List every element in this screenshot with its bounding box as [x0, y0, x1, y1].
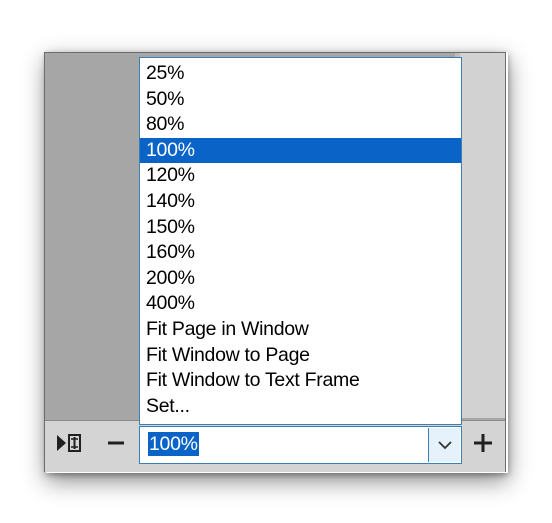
zoom-level-input[interactable]: 100%	[148, 432, 199, 456]
zoom-option[interactable]: 400%	[140, 291, 461, 317]
zoom-level-combobox[interactable]: 100%	[139, 426, 462, 464]
zoom-option[interactable]: 25%	[140, 61, 461, 87]
zoom-option[interactable]: 200%	[140, 266, 461, 292]
zoom-option[interactable]: Set...	[140, 394, 461, 420]
zoom-option[interactable]: Fit Page in Window	[140, 317, 461, 343]
zoom-dropdown-list: 25% 50% 80% 100% 120% 140% 150% 160% 200% 400% Fit…	[139, 57, 462, 425]
zoom-out-button[interactable]	[103, 428, 129, 458]
chevron-down-icon	[437, 441, 452, 450]
zoom-in-button[interactable]	[468, 428, 498, 458]
zoom-option[interactable]: Fit Window to Page	[140, 343, 461, 369]
minus-icon	[108, 441, 124, 445]
zoom-option[interactable]: 80%	[140, 112, 461, 138]
zoom-option[interactable]: 150%	[140, 215, 461, 241]
zoom-option[interactable]: 140%	[140, 189, 461, 215]
zoom-option[interactable]: 50%	[140, 87, 461, 113]
right-pasteboard	[460, 53, 505, 418]
story-navigate-button[interactable]	[54, 428, 86, 458]
zoom-option[interactable]: 100%	[140, 137, 461, 164]
zoom-option[interactable]: Fit Window to Text Frame	[140, 368, 461, 394]
zoom-option[interactable]: 160%	[140, 240, 461, 266]
plus-icon	[474, 434, 492, 452]
zoom-dropdown-button[interactable]	[428, 428, 460, 462]
zoom-option[interactable]: 120%	[140, 163, 461, 189]
story-navigate-icon	[57, 434, 81, 452]
